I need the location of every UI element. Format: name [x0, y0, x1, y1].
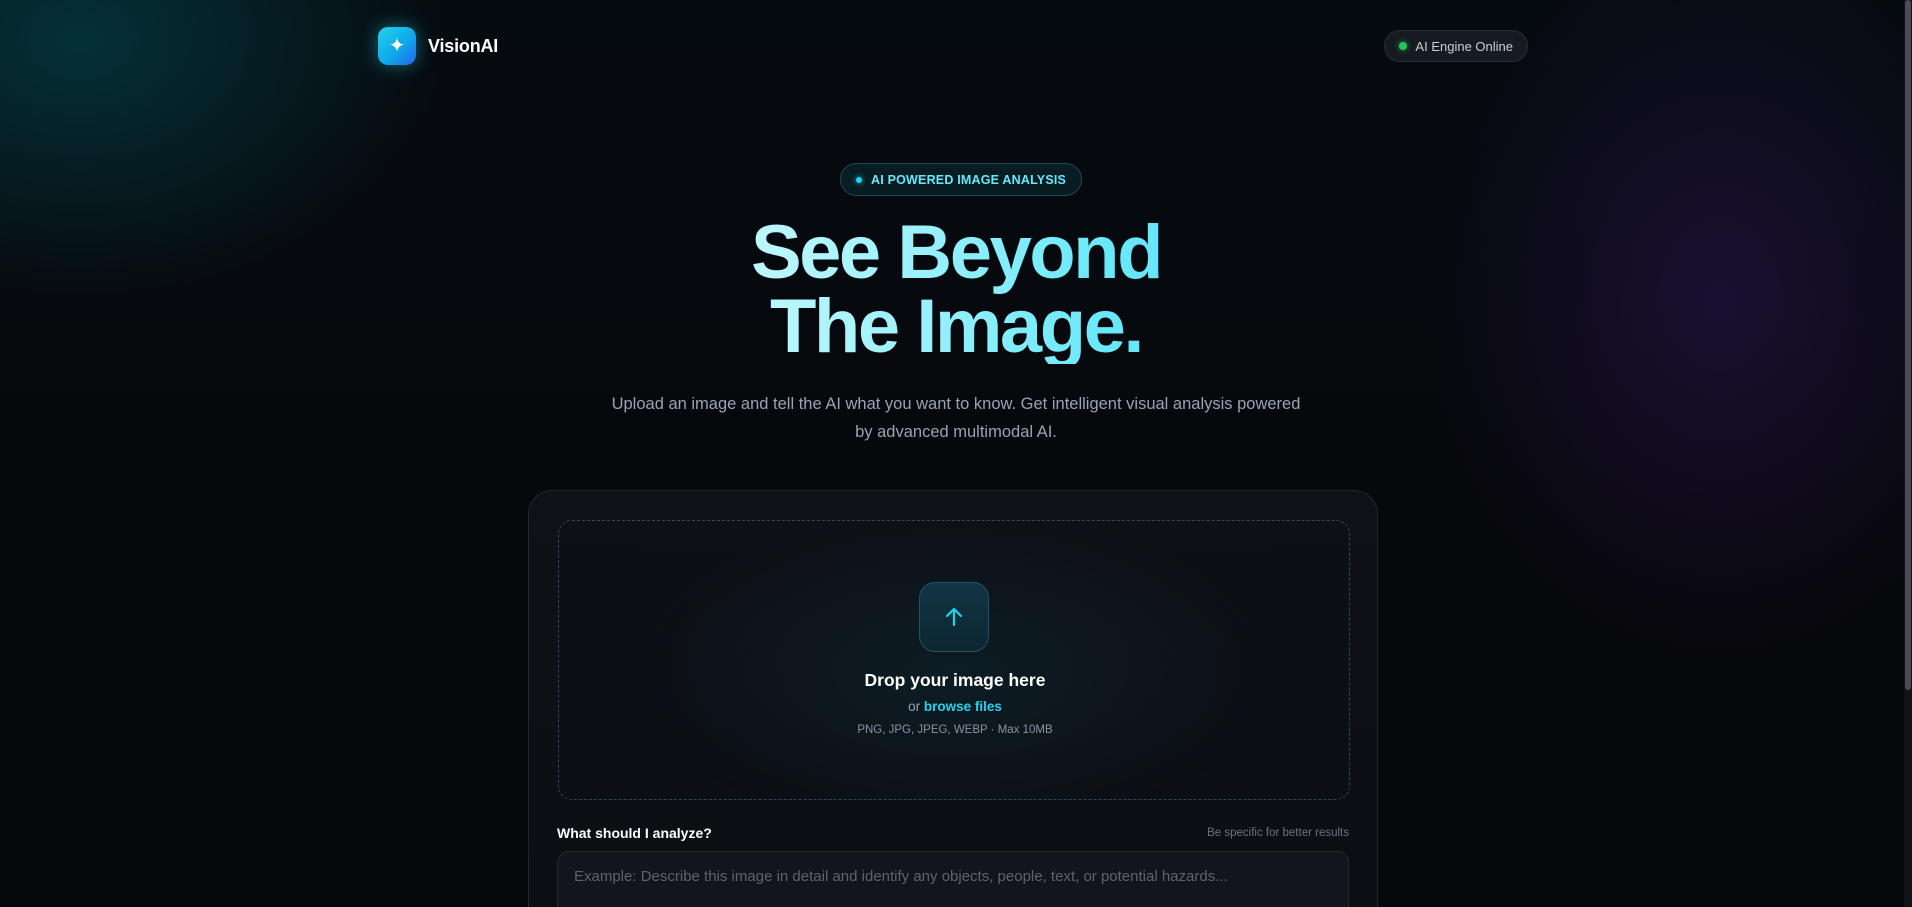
arrow-up-icon — [945, 607, 963, 627]
dropzone-or-text: or — [908, 699, 921, 714]
hero-subtitle: Upload an image and tell the AI what you… — [611, 395, 1301, 441]
prompt-label: What should I analyze? — [557, 825, 712, 841]
top-header: ✦ VisionAI AI Engine Online — [378, 26, 1528, 66]
page-title-line-1: See Beyond — [750, 210, 1162, 295]
badge-dot-icon — [856, 176, 862, 183]
sparkle-icon: ✦ — [378, 27, 416, 65]
brand[interactable]: ✦ VisionAI — [378, 27, 498, 65]
browse-files-link[interactable]: browse files — [924, 699, 1002, 714]
scrollbar-thumb[interactable] — [1905, 0, 1911, 690]
page-title-line-2: The Image. — [770, 284, 1142, 369]
image-dropzone[interactable]: Drop your image here or browse files PNG… — [558, 520, 1350, 800]
hero-badge-label: AI POWERED IMAGE ANALYSIS — [871, 172, 1067, 187]
hero-badge: AI POWERED IMAGE ANALYSIS — [840, 163, 1083, 196]
status-label: AI Engine Online — [1415, 38, 1513, 54]
dropzone-formats: PNG, JPG, JPEG, WEBP · Max 10MB — [857, 724, 1053, 736]
analysis-card: Drop your image here or browse files PNG… — [528, 490, 1378, 907]
brand-name: VisionAI — [428, 35, 499, 56]
page: ✦ VisionAI AI Engine Online AI POWERED I… — [0, 0, 1912, 907]
prompt-hint: Be specific for better results — [1207, 827, 1349, 839]
dropzone-title: Drop your image here — [864, 670, 1046, 690]
analysis-prompt-input[interactable] — [557, 851, 1349, 907]
status-dot-icon — [1399, 42, 1408, 50]
upload-button[interactable] — [919, 582, 989, 652]
dropzone-or-line: or browse files — [559, 699, 1351, 714]
page-title: See Beyond The Image. — [556, 216, 1356, 364]
page-scrollbar[interactable] — [1904, 0, 1912, 907]
status-badge: AI Engine Online — [1384, 30, 1528, 62]
